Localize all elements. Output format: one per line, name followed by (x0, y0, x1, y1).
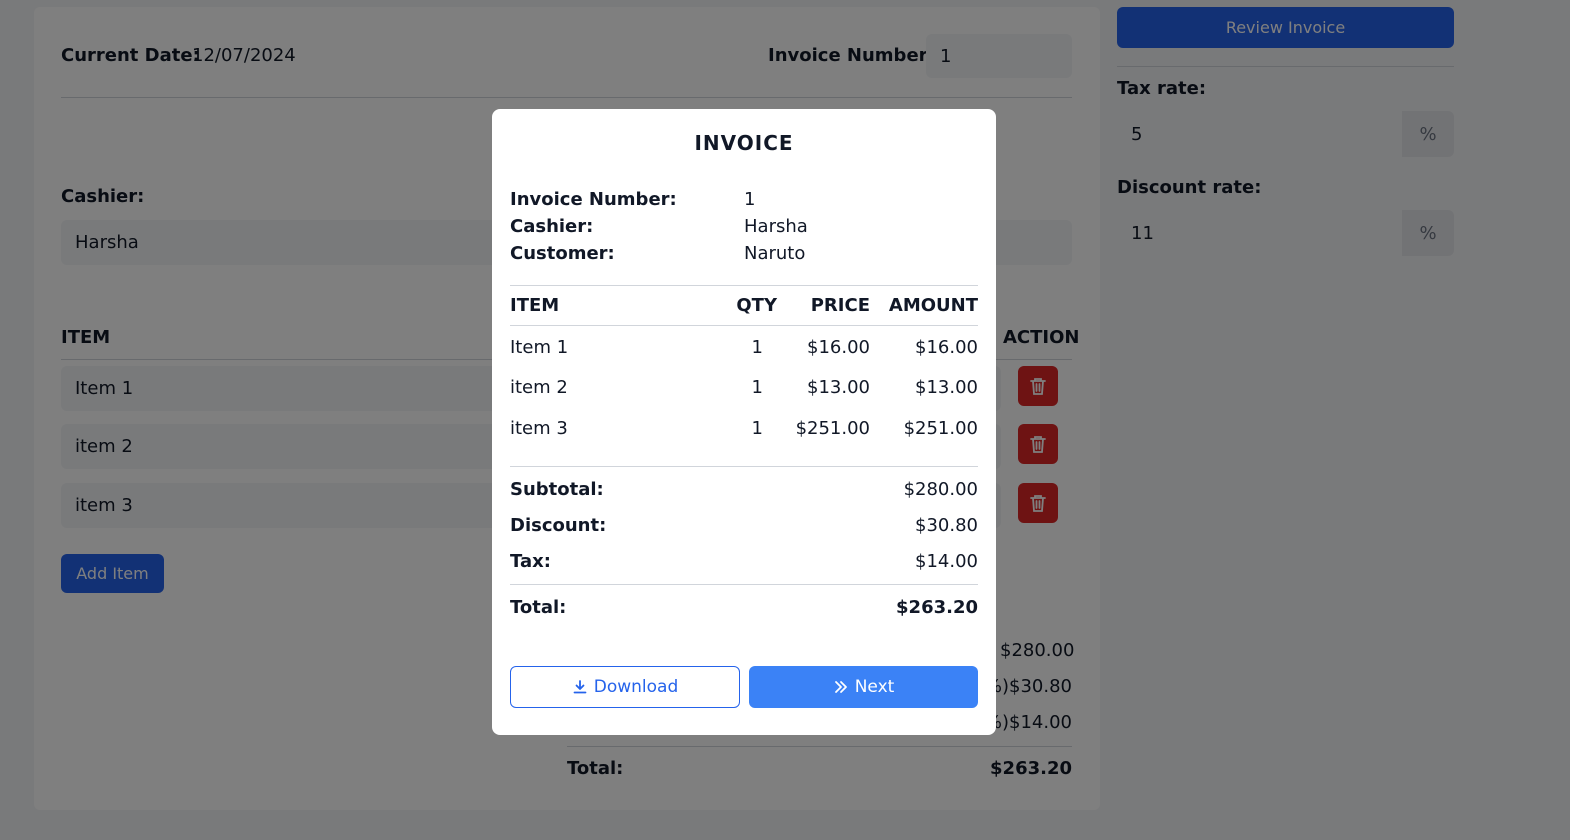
row-qty: 1 (751, 377, 763, 398)
tax-label: Tax: (510, 551, 551, 572)
total-label: Total: (510, 597, 567, 618)
divider (510, 325, 978, 326)
row-price: $13.00 (807, 377, 870, 398)
divider (510, 285, 978, 286)
row-price: $251.00 (795, 418, 870, 439)
column-header-amount: AMOUNT (888, 295, 978, 316)
next-button[interactable]: Next (749, 666, 978, 708)
total-value: $263.20 (896, 597, 978, 618)
modal-invoice-number-label: Invoice Number: (510, 189, 677, 210)
column-header-qty: QTY (736, 295, 777, 316)
invoice-modal: INVOICE Invoice Number: 1 Cashier: Harsh… (492, 109, 996, 735)
subtotal-label: Subtotal: (510, 479, 604, 500)
column-header-price: PRICE (810, 295, 870, 316)
column-header-item: ITEM (510, 295, 560, 316)
row-amount: $13.00 (915, 377, 978, 398)
row-item: item 3 (510, 418, 568, 439)
row-item: Item 1 (510, 337, 569, 358)
divider (510, 466, 978, 467)
download-icon (573, 680, 587, 694)
download-button[interactable]: Download (510, 666, 740, 708)
row-amount: $251.00 (903, 418, 978, 439)
modal-cashier-value: Harsha (744, 216, 808, 237)
discount-value: $30.80 (915, 515, 978, 536)
modal-customer-value: Naruto (744, 243, 806, 264)
tax-value: $14.00 (915, 551, 978, 572)
row-amount: $16.00 (915, 337, 978, 358)
row-item: item 2 (510, 377, 568, 398)
modal-title: INVOICE (694, 131, 794, 155)
next-label: Next (854, 677, 895, 697)
modal-invoice-number-value: 1 (744, 189, 756, 210)
double-chevron-right-icon (834, 681, 847, 693)
modal-cashier-label: Cashier: (510, 216, 594, 237)
divider (510, 584, 978, 585)
subtotal-value: $280.00 (903, 479, 978, 500)
modal-customer-label: Customer: (510, 243, 615, 264)
discount-label: Discount: (510, 515, 607, 536)
row-qty: 1 (751, 418, 763, 439)
download-label: Download (593, 677, 679, 697)
row-qty: 1 (751, 337, 763, 358)
row-price: $16.00 (807, 337, 870, 358)
